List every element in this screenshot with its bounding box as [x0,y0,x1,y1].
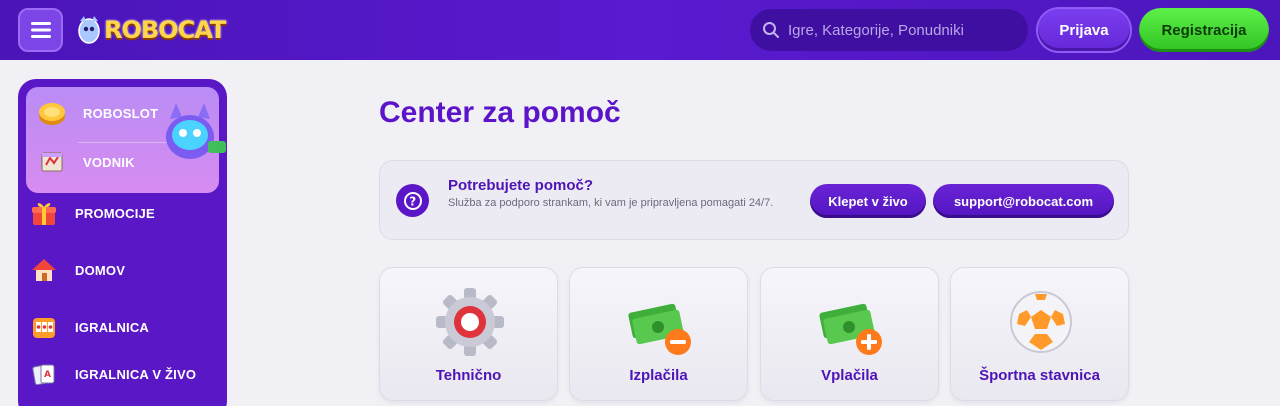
login-button[interactable]: Prijava [1038,9,1130,51]
map-icon [36,146,68,178]
hamburger-icon [30,22,51,38]
slot-icon [28,311,60,343]
sidebar-item-label: VODNIK [83,154,135,170]
category-card-withdrawals[interactable]: Izplačila [569,267,748,401]
help-subtitle: Služba za podporo strankam, ki vam je pr… [448,197,774,209]
svg-text:?: ? [409,194,416,208]
help-card: ? Potrebujete pomoč? Služba za podporo s… [379,160,1129,240]
sidebar-item-label: DOMOV [75,262,126,278]
sidebar-item-igralnica[interactable]: IGRALNICA [18,307,149,347]
help-title: Potrebujete pomoč? [448,177,594,194]
category-label: Vplačila [821,367,878,384]
svg-text:A: A [44,370,51,380]
sidebar-item-label: PROMOCIJE [75,205,155,221]
top-header: ROBOCAT Prijava Registracija [0,0,1280,60]
logo[interactable]: ROBOCAT [78,8,228,52]
sidebar-item-promocije[interactable]: PROMOCIJE [18,193,155,233]
question-icon: ? [396,184,429,217]
category-label: Tehnično [435,367,502,384]
robot-cat-mascot-icon [166,103,226,159]
sidebar-item-igralnica-v-zivo[interactable]: A IGRALNICA V ŽIVO [18,354,196,394]
sidebar-item-domov[interactable]: DOMOV [18,250,125,290]
coin-icon [36,97,68,129]
cat-logo-icon [78,16,100,44]
category-card-technical[interactable]: Tehnično [379,267,558,401]
sidebar-item-vodnik[interactable]: VODNIK [26,142,135,182]
menu-button[interactable] [18,8,63,52]
sidebar-featured: ROBOSLOT VODNIK [26,87,226,193]
register-button[interactable]: Registracija [1139,8,1269,52]
sidebar-item-label: IGRALNICA [75,319,150,335]
gift-icon [28,197,60,229]
category-card-deposits[interactable]: Vplačila [760,267,939,401]
sidebar: ROBOSLOT VODNIK PROMOCIJE DOMOV IGRALNIC… [18,79,227,406]
support-email-button[interactable]: support@robocat.com [933,184,1114,218]
money-plus-icon [819,303,882,355]
money-minus-icon [628,303,691,355]
sidebar-item-label: ROBOSLOT [83,105,159,121]
gear-icon [436,288,504,356]
logo-text: ROBOCAT [104,16,226,44]
page-title: Center za pomoč [379,96,621,129]
search-input[interactable] [788,21,1018,39]
cards-icon: A [28,358,60,390]
live-chat-button[interactable]: Klepet v živo [810,184,926,218]
sidebar-item-roboslot[interactable]: ROBOSLOT [26,93,158,133]
soccer-ball-icon [1010,291,1072,353]
sidebar-item-label: IGRALNICA V ŽIVO [75,366,197,382]
category-label: Izplačila [629,367,688,384]
search-icon [763,22,779,38]
search-bar[interactable] [750,9,1028,51]
category-label: Športna stavnica [979,367,1100,384]
home-icon [28,254,60,286]
category-card-sports-betting[interactable]: Športna stavnica [950,267,1129,401]
